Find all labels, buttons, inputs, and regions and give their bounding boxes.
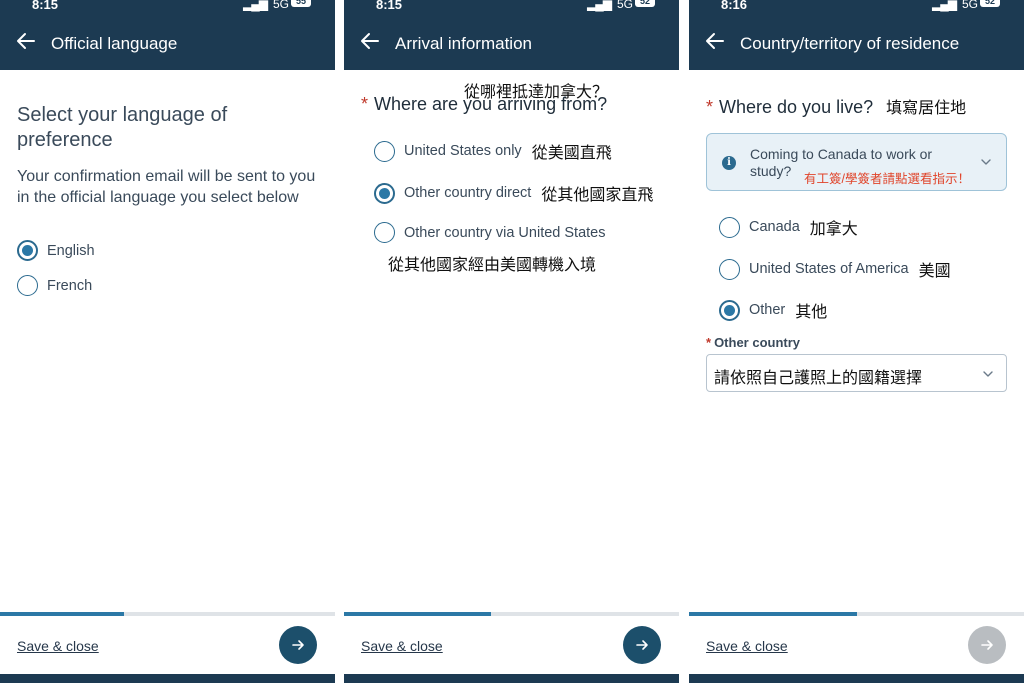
annotation-note: 美國 (918, 263, 951, 280)
radio-label: Other country via United States (404, 224, 606, 241)
annotation-red-note: 有工簽/學簽者請點選看指示！ (804, 172, 970, 186)
info-icon: i (722, 156, 736, 170)
screen-official-language: 8:15 ▂▄▆ 5G 55 Official language Select … (0, 0, 335, 683)
save-close-link[interactable]: Save & close (361, 638, 443, 654)
arrow-right-icon (292, 640, 304, 650)
radio-button[interactable] (374, 182, 395, 204)
radio-button[interactable] (719, 216, 740, 238)
required-mark: * (706, 97, 714, 117)
question-heading: * Where do you live? 填寫居住地 (706, 94, 966, 118)
field-label-text: Other country (714, 335, 801, 350)
annotation-note: 從美國直飛 (531, 145, 612, 162)
back-arrow-icon[interactable] (703, 29, 727, 53)
next-button[interactable] (623, 626, 661, 664)
other-country-label: * Other country (706, 335, 800, 350)
save-close-link[interactable]: Save & close (706, 638, 788, 654)
footer: Save & close (344, 616, 679, 674)
back-arrow-icon[interactable] (358, 29, 382, 53)
annotation-note: 從其他國家直飛 (541, 187, 654, 204)
radio-button[interactable] (719, 258, 740, 280)
status-bar: 8:15 ▂▄▆ 5G 55 (0, 0, 335, 14)
select-value: 請依照自己護照上的國籍選擇 (714, 370, 923, 387)
annotation-via-note: 從其他國家經由美國轉機入境 (388, 257, 597, 274)
annotation-note: 填寫居住地 (886, 100, 967, 117)
status-time: 8:16 (721, 0, 748, 12)
status-time: 8:15 (32, 0, 59, 12)
required-mark: * (361, 94, 369, 114)
info-disclosure[interactable]: i Coming to Canada to work or study? 有工簽… (706, 133, 1007, 191)
info-text-line: Coming to Canada to work or (750, 146, 933, 162)
other-country-select[interactable]: 請依照自己護照上的國籍選擇 (706, 354, 1007, 392)
question-text: Where are you arriving from? (374, 94, 608, 114)
app-bar: Arrival information (344, 14, 679, 70)
radio-label: United States of America (749, 261, 909, 277)
radio-label: Other (749, 302, 786, 318)
radio-label: Other country direct (404, 185, 532, 201)
page-title: Country/territory of residence (740, 34, 960, 53)
battery-icon: 52 (980, 0, 1000, 7)
signal-icon: ▂▄▆ (932, 0, 957, 11)
battery-icon: 52 (635, 0, 655, 7)
status-bar: 8:15 ▂▄▆ 5G 52 (344, 0, 679, 14)
network-type: 5G (272, 0, 289, 11)
radio-button[interactable] (374, 222, 395, 243)
question-text: Where do you live? (719, 97, 874, 117)
app-bar: Country/territory of residence (689, 14, 1024, 70)
chevron-down-icon[interactable] (980, 156, 992, 168)
section-description: Your confirmation email will be sent to … (17, 168, 316, 206)
app-bar: Official language (0, 14, 335, 70)
radio-button[interactable] (17, 275, 38, 296)
status-bar: 8:16 ▂▄▆ 5G 52 (689, 0, 1024, 14)
radio-label: United States only (404, 143, 522, 159)
next-button[interactable] (968, 626, 1006, 664)
page-title: Official language (51, 34, 178, 53)
radio-label: English (47, 242, 95, 259)
radio-option-us-only[interactable]: United States only 從美國直飛 (374, 139, 612, 163)
arrow-right-icon (636, 640, 648, 650)
radio-button[interactable] (719, 299, 740, 321)
bottom-bar (689, 674, 1024, 683)
question-heading: * Where are you arriving from? (361, 94, 607, 115)
bottom-bar (344, 674, 679, 683)
screen-country-of-residence: 8:16 ▂▄▆ 5G 52 Country/territory of resi… (689, 0, 1024, 683)
radio-option-canada[interactable]: Canada 加拿大 (719, 215, 858, 239)
annotation-note: 其他 (795, 304, 828, 321)
network-type: 5G (616, 0, 633, 11)
section-heading: Select your language of preference (17, 104, 228, 151)
footer: Save & close (689, 616, 1024, 674)
signal-icon: ▂▄▆ (587, 0, 612, 11)
arrow-right-icon (981, 640, 993, 650)
radio-label: Canada (749, 219, 800, 235)
chevron-down-icon (983, 371, 993, 377)
required-mark: * (706, 335, 712, 350)
signal-icon: ▂▄▆ (243, 0, 268, 11)
radio-option-other-direct[interactable]: Other country direct 從其他國家直飛 (374, 181, 653, 205)
page-title: Arrival information (395, 34, 532, 53)
radio-option-usa[interactable]: United States of America 美國 (719, 257, 951, 281)
radio-option-french[interactable]: French (17, 275, 92, 296)
next-button[interactable] (279, 626, 317, 664)
radio-option-via-us[interactable]: Other country via United States (374, 222, 606, 243)
back-arrow-icon[interactable] (14, 29, 38, 53)
radio-button[interactable] (374, 140, 395, 162)
network-type: 5G (961, 0, 978, 11)
radio-option-english[interactable]: English (17, 240, 95, 261)
status-time: 8:15 (376, 0, 403, 12)
bottom-bar (0, 674, 335, 683)
radio-option-other[interactable]: Other 其他 (719, 298, 827, 322)
battery-icon: 55 (291, 0, 311, 7)
radio-button[interactable] (17, 240, 38, 261)
radio-label: French (47, 277, 93, 294)
footer: Save & close (0, 616, 335, 674)
save-close-link[interactable]: Save & close (17, 638, 99, 654)
annotation-note: 加拿大 (809, 221, 858, 238)
screen-arrival-information: 8:15 ▂▄▆ 5G 52 Arrival information 從哪裡抵達… (344, 0, 679, 683)
